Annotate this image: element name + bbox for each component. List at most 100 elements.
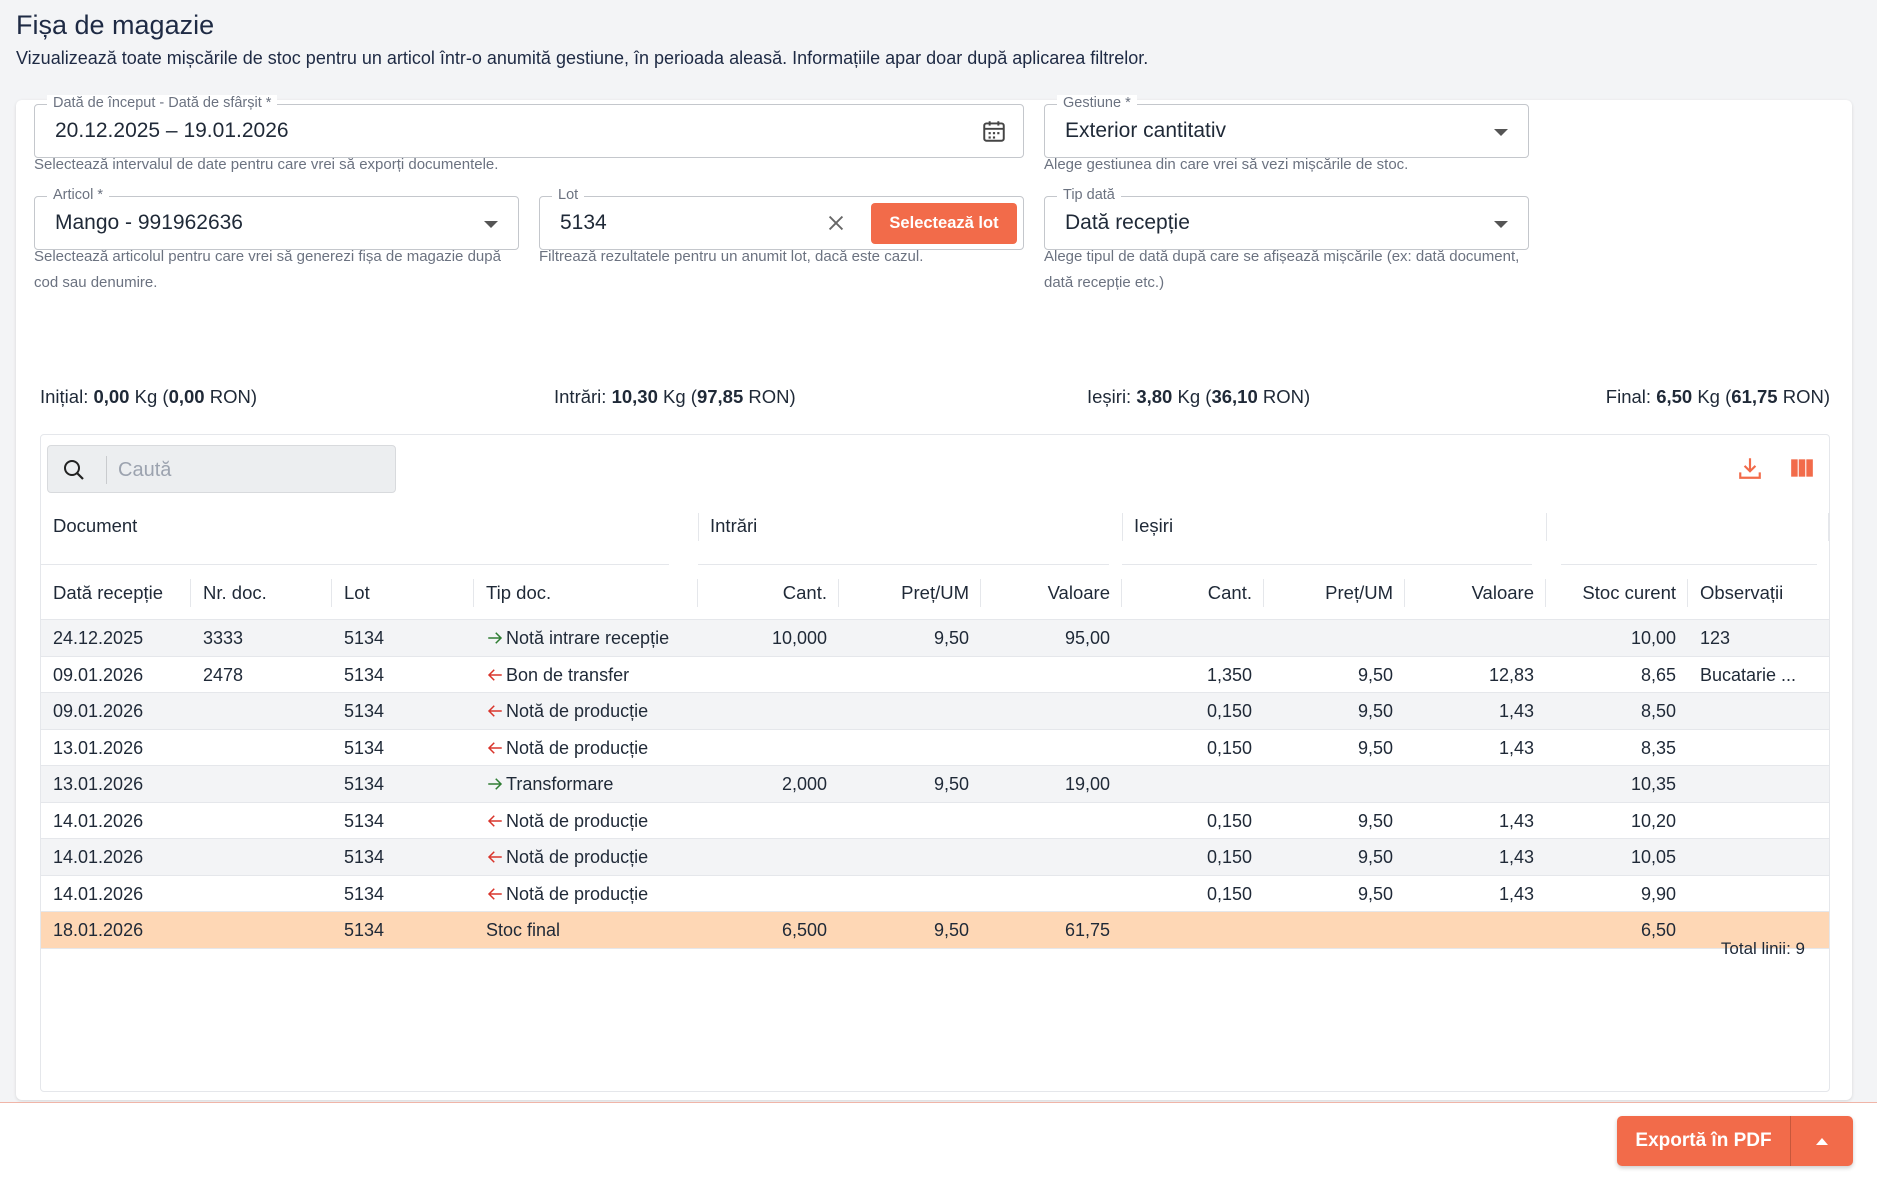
col-tip-doc-cell: Stoc final	[486, 920, 561, 940]
chevron-down-icon[interactable]	[1494, 221, 1508, 228]
table-row[interactable]: 09.01.2026 2478 5134 Bon de transfer 1,350 9,…	[41, 657, 1829, 693]
col-tip-doc-cell: Notă intrare recepție	[474, 620, 698, 656]
col-iesiri-valoare-header[interactable]: Valoare	[1405, 565, 1546, 620]
col-intrari-valoare-header[interactable]: Valoare	[981, 565, 1122, 620]
chevron-down-icon[interactable]	[1494, 129, 1508, 136]
arrow-left-icon	[487, 668, 502, 681]
export-pdf-button[interactable]: Exportă în PDF	[1617, 1116, 1791, 1166]
col-intrari-valoare-cell	[981, 803, 1122, 839]
col-iesiri-pret-cell	[1264, 766, 1405, 802]
col-data-receptie-header[interactable]: Dată recepție	[41, 565, 191, 620]
chevron-down-icon[interactable]	[484, 221, 498, 228]
table-row[interactable]: 14.01.2026 5134 Notă de producție 0,150 9,50…	[41, 876, 1829, 912]
col-iesiri-valoare-cell	[1405, 766, 1546, 802]
col-observatii-header[interactable]: Observații	[1688, 565, 1829, 620]
col-intrari-cant-header[interactable]: Cant.	[698, 565, 839, 620]
col-intrari-cant-cell: 2,000	[781, 774, 827, 794]
col-iesiri-pret-header[interactable]: Preț/UM	[1264, 565, 1405, 620]
col-intrari-pret-cell	[839, 657, 981, 693]
col-lot-header[interactable]: Lot	[332, 565, 474, 620]
col-intrari-pret-header[interactable]: Preț/UM	[839, 565, 981, 620]
col-nr-doc-header-label: Nr. doc.	[203, 582, 267, 603]
col-nr-doc-header[interactable]: Nr. doc.	[191, 565, 332, 620]
col-iesiri-cant-header[interactable]: Cant.	[1122, 565, 1264, 620]
download-icon[interactable]	[1737, 455, 1763, 481]
col-intrari-pret-cell	[839, 839, 981, 875]
col-stoc-curent-cell: 10,35	[1630, 774, 1676, 794]
col-lot-cell: 5134	[344, 701, 385, 721]
date-range-field[interactable]: Dată de început - Dată de sfârșit * 20.1…	[34, 95, 1024, 158]
table-row-final[interactable]: 18.01.2026 5134 Stoc final 6,500 9,50 61,75 6,…	[41, 912, 1829, 949]
col-iesiri-valoare-cell: 1,43	[1498, 701, 1534, 721]
caret-up-icon	[1816, 1137, 1828, 1145]
col-observatii-cell	[1688, 803, 1829, 839]
col-iesiri-pret-cell	[1264, 620, 1405, 656]
col-nr-doc-cell	[191, 730, 332, 766]
group-document-label: Document	[53, 515, 138, 536]
calendar-icon[interactable]	[981, 118, 1007, 144]
table-row[interactable]: 13.01.2026 5134 Notă de producție 0,150 9,50…	[41, 730, 1829, 766]
col-intrari-pret-cell: 9,50	[933, 920, 969, 940]
arrow-left-icon	[487, 887, 502, 900]
col-tip-doc-header[interactable]: Tip doc.	[474, 565, 698, 620]
col-observatii-header-label: Observații	[1700, 582, 1784, 603]
gestiune-value: Exterior cantitativ	[1065, 119, 1227, 142]
summary-iesiri: Ieșiri: 3,80 Kg (36,10 RON)	[1087, 386, 1310, 408]
table-row[interactable]: 13.01.2026 5134 Transformare 2,000 9,50 19,00…	[41, 766, 1829, 803]
export-pdf-split-button[interactable]: Exportă în PDF	[1617, 1116, 1853, 1166]
col-observatii-cell	[1688, 730, 1829, 766]
col-iesiri-cant-cell: 0,150	[1206, 701, 1252, 721]
articol-select[interactable]: Articol * Mango - 991962636	[34, 187, 519, 250]
col-intrari-valoare-cell	[981, 693, 1122, 729]
col-intrari-cant-header-label: Cant.	[782, 582, 827, 603]
summary-final-currency: RON)	[1777, 386, 1830, 407]
col-intrari-cant-cell	[698, 803, 839, 839]
select-lot-button[interactable]: Selectează lot	[871, 203, 1017, 244]
col-iesiri-pret-cell	[1264, 912, 1405, 948]
tip-data-helper: Alege tipul de dată după care se afișeaz…	[1044, 248, 1520, 291]
col-intrari-pret-cell	[839, 803, 981, 839]
col-iesiri-cant-cell: 0,150	[1206, 883, 1252, 904]
summary-iesiri-currency: RON)	[1257, 386, 1311, 407]
arrow-right-icon	[488, 778, 503, 790]
col-stoc-curent-header[interactable]: Stoc curent	[1546, 565, 1688, 620]
summary-iesiri-value: 36,10	[1211, 386, 1258, 407]
col-stoc-curent-cell: 6,50	[1640, 920, 1676, 940]
table-row[interactable]: 14.01.2026 5134 Notă de producție 0,150 9,50…	[41, 839, 1829, 876]
col-intrari-pret-cell: 9,50	[933, 774, 969, 794]
search-input[interactable]	[118, 456, 378, 484]
articol-value: Mango - 991962636	[55, 211, 243, 234]
col-iesiri-pret-cell: 9,50	[1357, 737, 1393, 758]
arrow-left-icon	[487, 851, 502, 863]
col-iesiri-pret-header-label: Preț/UM	[1325, 582, 1393, 603]
col-observatii-cell: 123	[1700, 628, 1731, 648]
table-row[interactable]: 14.01.2026 5134 Notă de producție 0,150 9,50…	[41, 803, 1829, 839]
col-lot-cell: 5134	[344, 737, 385, 758]
col-intrari-valoare-cell: 19,00	[1064, 774, 1110, 794]
col-stoc-curent-cell: 10,20	[1630, 810, 1676, 831]
close-icon[interactable]	[825, 212, 847, 234]
columns-icon[interactable]	[1789, 455, 1815, 481]
filters-card: Dată de început - Dată de sfârșit * 20.1…	[16, 95, 1852, 1100]
export-menu-button[interactable]	[1791, 1116, 1853, 1166]
col-data-receptie-cell: 14.01.2026	[53, 883, 144, 904]
col-iesiri-valoare-cell: 12,83	[1488, 664, 1534, 685]
table-row[interactable]: 09.01.2026 5134 Notă de producție 0,150 9,50…	[41, 693, 1829, 730]
table-search[interactable]	[47, 445, 396, 493]
tip-doc-label: Notă de producție	[506, 701, 649, 721]
col-data-receptie-cell: 09.01.2026	[53, 664, 144, 685]
col-stoc-curent-cell: 10,00	[1630, 628, 1676, 648]
gestiune-select[interactable]: Gestiune * Exterior cantitativ	[1044, 95, 1529, 158]
col-iesiri-cant-cell: 0,150	[1206, 737, 1252, 758]
tip-doc-label: Notă intrare recepție	[506, 628, 670, 648]
tip-data-select[interactable]: Tip dată Dată recepție	[1044, 187, 1529, 250]
lot-field[interactable]: Lot 5134 Selectează lot	[539, 187, 1024, 250]
col-stoc-curent-cell: 9,90	[1640, 883, 1676, 904]
summary-intrari-currency: RON)	[743, 386, 796, 407]
col-nr-doc-cell	[191, 693, 332, 729]
group-document: Document	[41, 505, 683, 565]
col-iesiri-valoare-cell	[1405, 620, 1546, 656]
col-data-receptie-cell: 18.01.2026	[53, 920, 144, 940]
col-intrari-cant-cell	[698, 839, 839, 875]
table-row[interactable]: 24.12.2025 3333 5134 Notă intrare recepție 1…	[41, 620, 1829, 657]
